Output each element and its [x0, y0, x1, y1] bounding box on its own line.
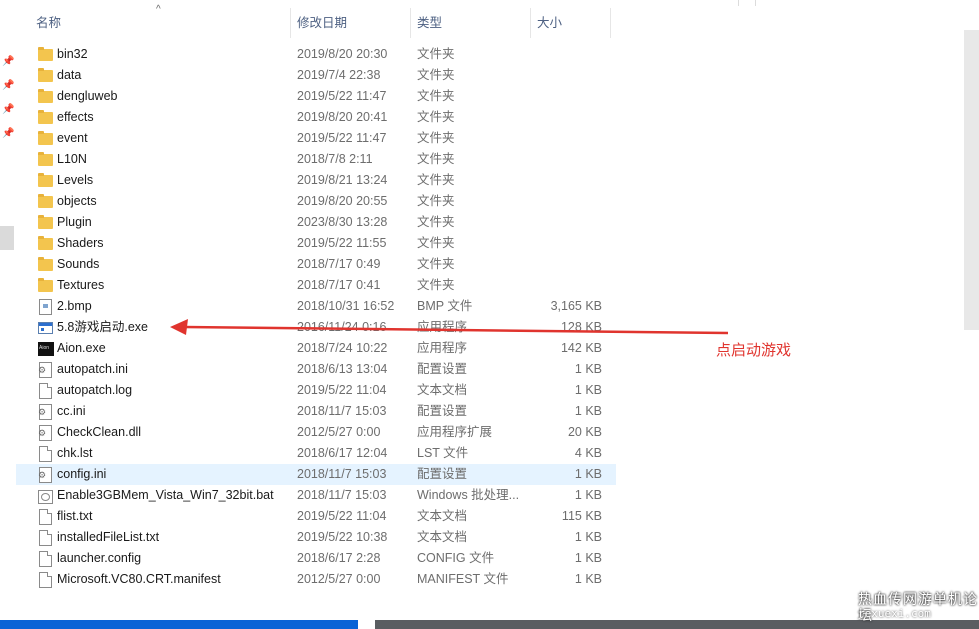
watermark-subtext: rexuexi.com [858, 607, 931, 620]
taskbar-blue-strip [0, 620, 358, 629]
vertical-scrollbar[interactable] [964, 30, 979, 330]
annotation-label: 点启动游戏 [716, 341, 792, 359]
annotation-arrow [170, 319, 729, 335]
